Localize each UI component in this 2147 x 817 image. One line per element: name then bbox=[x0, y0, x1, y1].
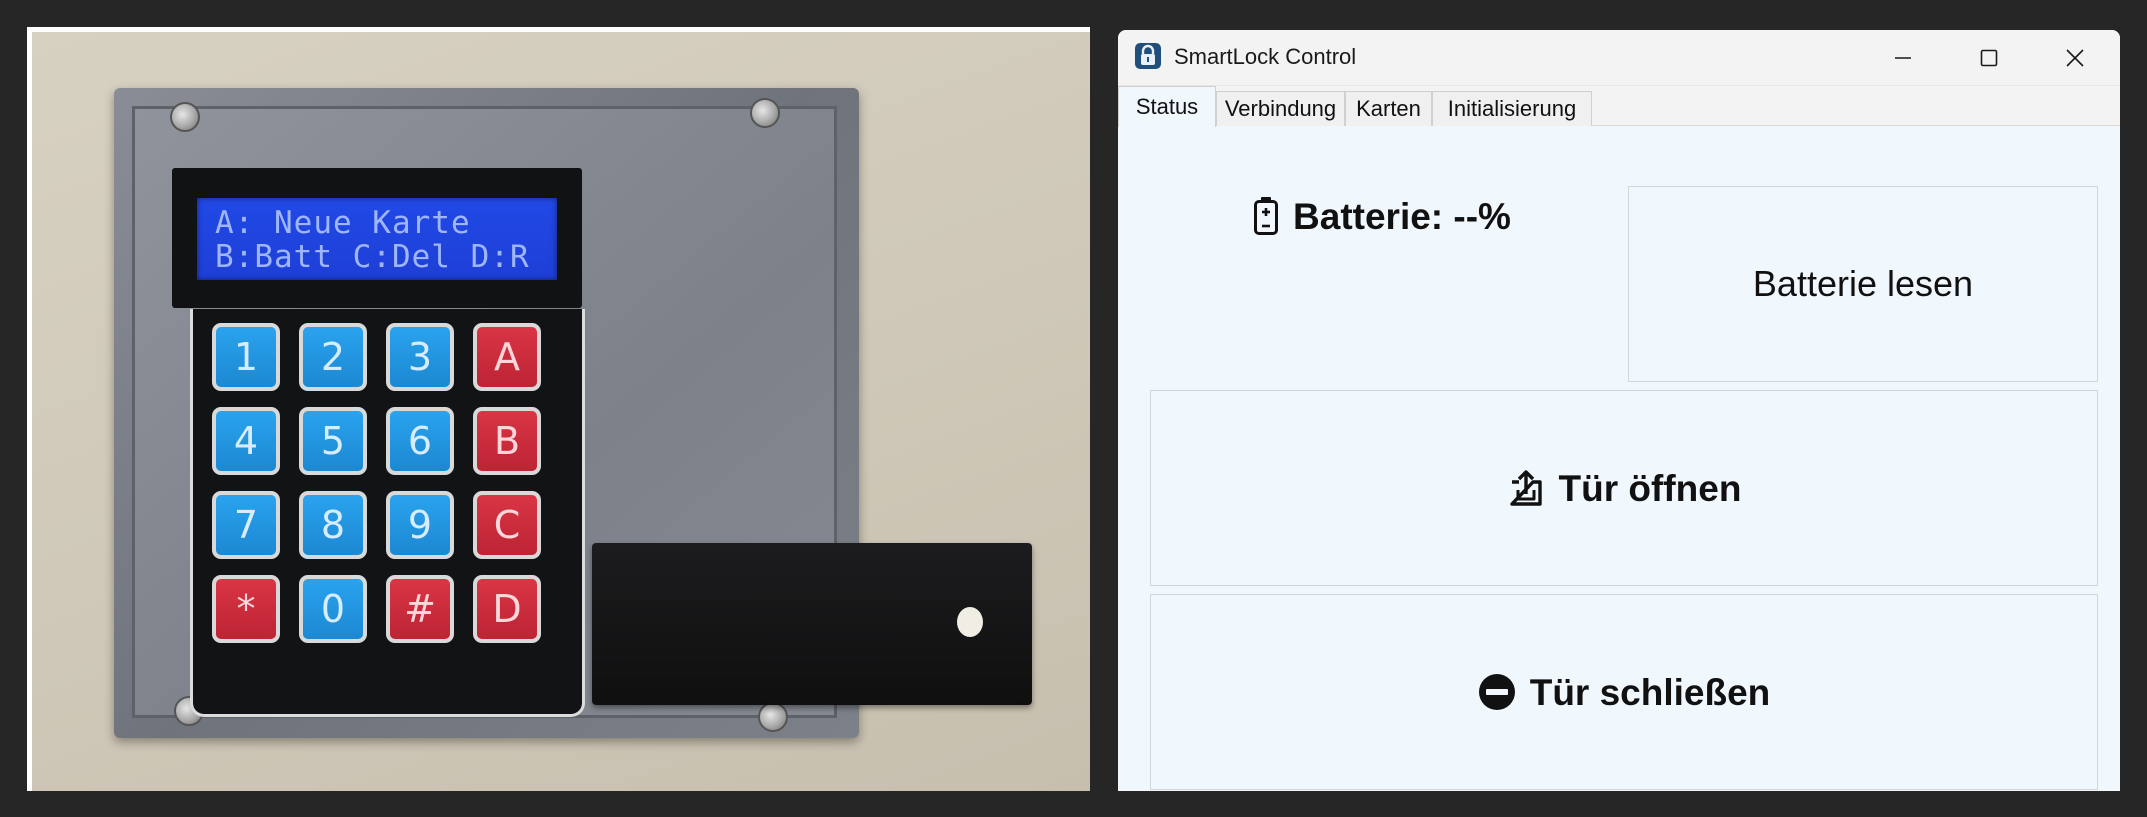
keypad-key: 9 bbox=[386, 491, 454, 559]
keypad-key: 4 bbox=[212, 407, 280, 475]
keypad-key: 7 bbox=[212, 491, 280, 559]
device-photo: A: Neue Karte B:Batt C:Del D:R 1 2 3 A 4… bbox=[27, 27, 1090, 791]
keypad-key: 8 bbox=[299, 491, 367, 559]
lcd-line-1: A: Neue Karte bbox=[215, 205, 471, 241]
keypad-key: 6 bbox=[386, 407, 454, 475]
no-entry-icon bbox=[1478, 674, 1515, 710]
keypad-key: 2 bbox=[299, 323, 367, 391]
screenshot: A: Neue Karte B:Batt C:Del D:R 1 2 3 A 4… bbox=[0, 0, 2147, 817]
app-window: SmartLock Control Status Verbindung Kart… bbox=[1118, 30, 2120, 791]
minimize-button[interactable] bbox=[1858, 30, 1948, 86]
window-title: SmartLock Control bbox=[1174, 44, 1357, 69]
battery-label: Batterie: --% bbox=[1293, 195, 1511, 237]
screw bbox=[758, 702, 788, 732]
maximize-icon bbox=[1980, 49, 1998, 67]
tab-verbindung[interactable]: Verbindung bbox=[1216, 91, 1345, 126]
photo-scene: A: Neue Karte B:Batt C:Del D:R 1 2 3 A 4… bbox=[32, 32, 1090, 791]
screw bbox=[170, 102, 200, 132]
close-icon bbox=[2066, 49, 2084, 67]
lock-icon bbox=[1135, 43, 1161, 69]
tab-initialisierung[interactable]: Initialisierung bbox=[1432, 91, 1592, 126]
read-battery-label: Batterie lesen bbox=[1752, 263, 1974, 304]
keypad-key: D bbox=[473, 575, 541, 643]
minimize-icon bbox=[1895, 57, 1911, 59]
keypad-key: 3 bbox=[386, 323, 454, 391]
tab-karten[interactable]: Karten bbox=[1345, 91, 1432, 126]
keypad-key: 1 bbox=[212, 323, 280, 391]
close-door-button[interactable]: Tür schließen bbox=[1150, 594, 2098, 790]
door-open-icon bbox=[1509, 470, 1542, 506]
read-battery-button[interactable]: Batterie lesen bbox=[1628, 186, 2098, 382]
keypad-key: * bbox=[212, 575, 280, 643]
close-door-label: Tür schließen bbox=[1529, 671, 1771, 713]
title-bar[interactable]: SmartLock Control bbox=[1118, 30, 2120, 86]
battery-status: Batterie: --% bbox=[1150, 186, 1614, 246]
status-panel: Batterie: --% Batterie lesen Tür öffnen bbox=[1118, 126, 2120, 791]
keypad-key: B bbox=[473, 407, 541, 475]
keypad: 1 2 3 A 4 5 6 B 7 8 9 C * 0 # D bbox=[190, 309, 585, 717]
keypad-key: 0 bbox=[299, 575, 367, 643]
keypad-key: # bbox=[386, 575, 454, 643]
open-door-button[interactable]: Tür öffnen bbox=[1150, 390, 2098, 586]
keypad-key: A bbox=[473, 323, 541, 391]
maximize-button[interactable] bbox=[1944, 30, 2034, 86]
keypad-key: C bbox=[473, 491, 541, 559]
bolt-hole bbox=[957, 607, 983, 637]
lcd-line-2: B:Batt C:Del D:R bbox=[215, 239, 530, 275]
tab-bar: Status Verbindung Karten Initialisierung bbox=[1118, 86, 2120, 127]
open-door-label: Tür öffnen bbox=[1558, 467, 1742, 509]
lcd-display: A: Neue Karte B:Batt C:Del D:R bbox=[197, 198, 557, 280]
tab-status[interactable]: Status bbox=[1118, 86, 1216, 127]
screw bbox=[750, 98, 780, 128]
battery-icon bbox=[1254, 197, 1279, 235]
keypad-key: 5 bbox=[299, 407, 367, 475]
close-button[interactable] bbox=[2030, 30, 2120, 86]
